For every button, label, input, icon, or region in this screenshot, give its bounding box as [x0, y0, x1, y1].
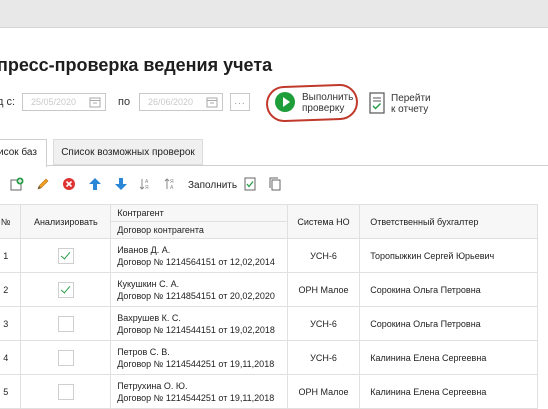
- row-number: 2: [0, 272, 22, 307]
- svg-text:A: A: [170, 185, 174, 191]
- sort-desc-icon[interactable]: Я A: [164, 177, 178, 191]
- analyze-cell: [20, 272, 112, 307]
- analyze-checkbox[interactable]: [57, 315, 74, 332]
- contractor-cell[interactable]: Петрухина О. Ю. Договор № 1214544251 от 1…: [110, 374, 288, 409]
- table-row[interactable]: 3 Вахрушев К. С. Договор № 1214544151 от 1…: [0, 306, 538, 341]
- page-title: пресс-проверка ведения учета: [0, 55, 273, 75]
- svg-text:Я: Я: [145, 185, 149, 191]
- delete-icon[interactable]: [62, 177, 76, 191]
- period-to-label: по: [118, 96, 131, 108]
- move-up-icon[interactable]: [88, 177, 102, 191]
- contractor-name: Иванов Д. А.: [117, 244, 171, 255]
- contractor-name: Петров С. В.: [117, 346, 170, 357]
- fill-copy-icon[interactable]: [268, 177, 282, 191]
- bases-table: № Анализировать Контрагент Система НО От…: [0, 204, 538, 409]
- tax-system-cell[interactable]: УСН-6: [286, 340, 361, 375]
- analyze-checkbox[interactable]: [57, 349, 74, 366]
- analyze-checkbox[interactable]: [57, 247, 74, 264]
- header-tax-system[interactable]: Система НО: [286, 204, 361, 239]
- row-number: 3: [0, 306, 22, 341]
- play-icon: [275, 92, 295, 112]
- contract-name: Договор № 1214854151 от 20,02,2020: [117, 290, 275, 301]
- row-number: 5: [0, 374, 22, 409]
- contract-name: Договор № 1214544151 от 19,02,2018: [117, 324, 275, 335]
- contractor-cell[interactable]: Петров С. В. Договор № 1214544251 от 19,1…: [110, 340, 288, 375]
- accountant-cell[interactable]: Сорокина Ольга Петровна: [359, 272, 538, 307]
- run-check-label: Выполнить проверку: [302, 92, 354, 114]
- header-analyze[interactable]: Анализировать: [20, 204, 112, 239]
- period-from-label: д с:: [0, 96, 16, 108]
- tax-system-cell[interactable]: УСН-6: [286, 306, 361, 341]
- go-to-report-button[interactable]: Перейти к отчету: [369, 92, 431, 119]
- accountant-cell[interactable]: Торопыжкин Сергей Юрьевич: [359, 238, 538, 273]
- contractor-cell[interactable]: Кукушкин С. А. Договор № 1214854151 от 20…: [110, 272, 288, 307]
- edit-icon[interactable]: [36, 177, 50, 191]
- tab-checks-list[interactable]: Список возможных проверок: [53, 139, 203, 165]
- tax-system-cell[interactable]: ОРН Малое: [286, 272, 361, 307]
- tab-divider: [47, 165, 548, 166]
- tax-system-cell[interactable]: ОРН Малое: [286, 374, 361, 409]
- contractor-cell[interactable]: Иванов Д. А. Договор № 1214564151 от 12,0…: [110, 238, 288, 273]
- contractor-name: Кукушкин С. А.: [117, 278, 180, 289]
- fill-check-icon[interactable]: [243, 177, 257, 191]
- accountant-cell[interactable]: Калинина Елена Сергеевна: [359, 374, 538, 409]
- header-contractor[interactable]: Контрагент: [110, 204, 288, 222]
- date-to-field[interactable]: 26/06/2020: [139, 93, 223, 111]
- analyze-checkbox[interactable]: [57, 281, 74, 298]
- contract-name: Договор № 1214544251 от 19,11,2018: [117, 392, 275, 403]
- contract-name: Договор № 1214544251 от 19,11,2018: [117, 358, 275, 369]
- calendar-icon[interactable]: [206, 96, 218, 108]
- date-from-value: 25/05/2020: [31, 97, 77, 107]
- row-number: 4: [0, 340, 22, 375]
- fill-button[interactable]: Заполнить: [188, 180, 237, 191]
- run-check-button[interactable]: Выполнить проверку: [265, 83, 359, 123]
- analyze-checkbox[interactable]: [57, 383, 74, 400]
- calendar-icon[interactable]: [89, 96, 101, 108]
- analyze-cell: [20, 374, 112, 409]
- contract-name: Договор № 1214564151 от 12,02,2014: [117, 256, 275, 267]
- accountant-cell[interactable]: Сорокина Ольга Петровна: [359, 306, 538, 341]
- header-contract[interactable]: Договор контрагента: [110, 221, 288, 239]
- contractor-cell[interactable]: Вахрушев К. С. Договор № 1214544151 от 19…: [110, 306, 288, 341]
- contractor-name: Вахрушев К. С.: [117, 312, 181, 323]
- accountant-cell[interactable]: Калинина Елена Сергеевна: [359, 340, 538, 375]
- header-number[interactable]: №: [0, 204, 22, 239]
- table-row[interactable]: 2 Кукушкин С. А. Договор № 1214854151 от 2…: [0, 272, 538, 307]
- report-icon: [369, 92, 385, 114]
- go-to-report-label: Перейти к отчету: [391, 93, 431, 115]
- table-row[interactable]: 5 Петрухина О. Ю. Договор № 1214544251 от …: [0, 374, 538, 409]
- sort-asc-icon[interactable]: A Я: [139, 177, 153, 191]
- date-to-value: 26/06/2020: [148, 97, 194, 107]
- move-down-icon[interactable]: [114, 177, 128, 191]
- tab-bases-list[interactable]: исок баз: [0, 139, 47, 167]
- analyze-cell: [20, 306, 112, 341]
- analyze-cell: [20, 238, 112, 273]
- date-from-field[interactable]: 25/05/2020: [22, 93, 106, 111]
- period-select-button[interactable]: ...: [230, 93, 250, 111]
- table-row[interactable]: 1 Иванов Д. А. Договор № 1214564151 от 12,…: [0, 238, 538, 273]
- row-number: 1: [0, 238, 22, 273]
- tax-system-cell[interactable]: УСН-6: [286, 238, 361, 273]
- add-icon[interactable]: [10, 177, 24, 191]
- header-accountant[interactable]: Ответственный бухгалтер: [359, 204, 538, 239]
- top-bar: [0, 0, 548, 28]
- analyze-cell: [20, 340, 112, 375]
- contractor-name: Петрухина О. Ю.: [117, 380, 188, 391]
- table-row[interactable]: 4 Петров С. В. Договор № 1214544251 от 19,…: [0, 340, 538, 375]
